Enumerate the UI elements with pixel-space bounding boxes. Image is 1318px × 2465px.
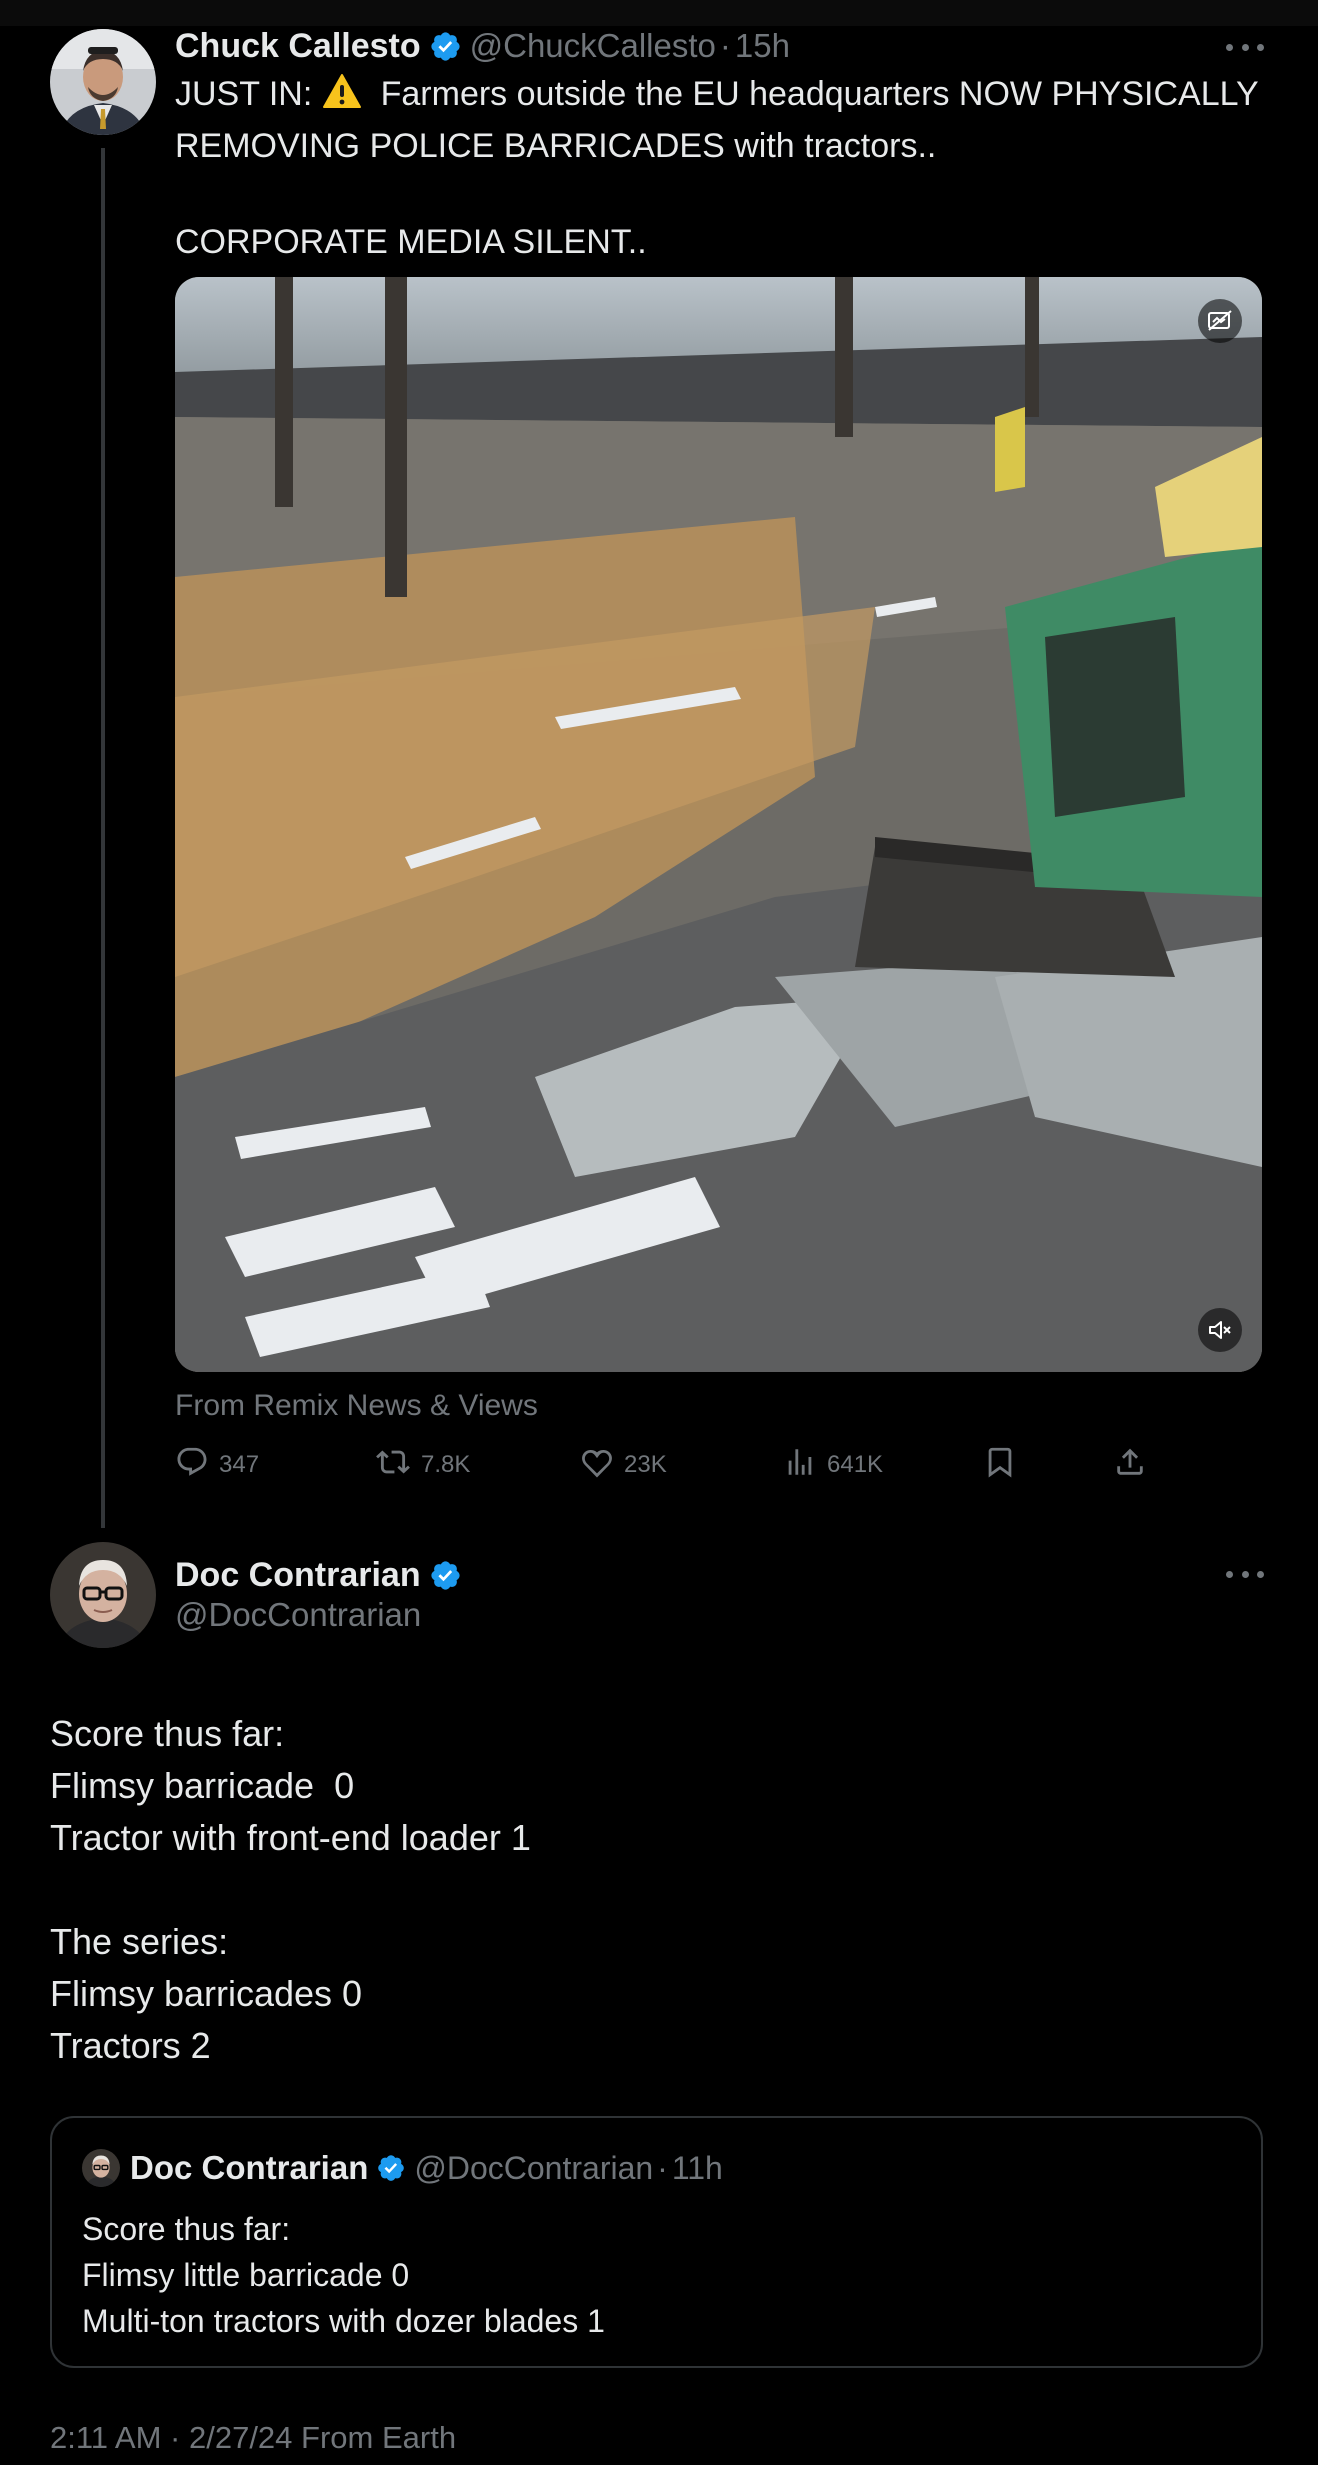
tweet-text: JUST IN: Farmers outside the EU headquar… <box>175 70 1265 266</box>
reply-line: Tractor with front-end loader 1 <box>50 1817 531 1858</box>
reply-icon <box>175 1445 219 1486</box>
tweet-header: Chuck Callesto @ChuckCallesto · 15h <box>175 24 790 68</box>
video-frame <box>175 277 1262 1372</box>
verified-badge-icon <box>376 2153 406 2183</box>
reply-line: Flimsy barricades 0 <box>50 1973 363 2014</box>
more-icon[interactable] <box>1226 40 1264 54</box>
tweet-text-line2: REMOVING POLICE BARRICADES with tractors… <box>175 127 937 165</box>
tweet-actions: 347 7.8K 23K 641K <box>175 1443 1175 1487</box>
quoted-avatar <box>82 2149 120 2187</box>
views-icon <box>783 1445 827 1486</box>
media-source[interactable]: From Remix News & Views <box>175 1389 538 1423</box>
tweet-video[interactable] <box>175 277 1262 1372</box>
avatar-doc-contrarian[interactable] <box>50 1542 156 1648</box>
separator-dot: · <box>719 27 731 64</box>
repost-icon <box>375 1445 421 1486</box>
reply-author-handle[interactable]: @DocContrarian <box>175 1596 421 1634</box>
warning-icon <box>322 73 362 122</box>
reply-count: 347 <box>219 1451 260 1478</box>
bookmark-button[interactable] <box>983 1443 1027 1487</box>
repost-count: 7.8K <box>421 1451 471 1478</box>
share-icon <box>1113 1445 1157 1486</box>
repost-button[interactable]: 7.8K <box>375 1443 470 1487</box>
quoted-tweet[interactable]: Doc Contrarian @DocContrarian · 11h Scor… <box>50 2116 1263 2368</box>
quoted-line: Multi-ton tractors with dozer blades 1 <box>82 2303 605 2339</box>
reply-author-name[interactable]: Doc Contrarian <box>175 1556 421 1595</box>
reply-line: The series: <box>50 1921 229 1962</box>
avatar-chuck-callesto[interactable] <box>50 29 156 135</box>
reply-text: Score thus far: Flimsy barricade 0 Tract… <box>50 1708 531 2072</box>
like-icon <box>580 1445 624 1486</box>
views-count: 641K <box>827 1451 884 1478</box>
tweet-text-line3: CORPORATE MEDIA SILENT.. <box>175 223 647 261</box>
share-button[interactable] <box>1113 1443 1157 1487</box>
thread-line <box>101 148 105 1528</box>
author-name[interactable]: Chuck Callesto <box>175 27 421 66</box>
quoted-author-handle: @DocContrarian <box>414 2149 654 2186</box>
bookmark-icon <box>983 1445 1027 1486</box>
quoted-line: Flimsy little barricade 0 <box>82 2257 410 2293</box>
quoted-tweet-header: Doc Contrarian @DocContrarian · 11h <box>82 2148 723 2188</box>
verified-badge-icon <box>429 30 462 63</box>
reply-timestamp[interactable]: 2:11 AM · 2/27/24 From Earth <box>50 2420 456 2456</box>
like-button[interactable]: 23K <box>580 1443 667 1487</box>
status-strip <box>0 0 1318 26</box>
reply-line: Score thus far: <box>50 1713 285 1754</box>
gif-icon[interactable] <box>1198 299 1242 343</box>
quoted-line: Score thus far: <box>82 2211 291 2247</box>
reply-button[interactable]: 347 <box>175 1443 259 1487</box>
tweet-text-line1-rest: Farmers outside the EU headquarters NOW … <box>361 75 1259 113</box>
reply-line: Flimsy barricade 0 <box>50 1765 355 1806</box>
reply-header: Doc Contrarian <box>175 1553 462 1597</box>
like-count: 23K <box>624 1451 667 1478</box>
quoted-author-name: Doc Contrarian <box>130 2149 369 2186</box>
quoted-text: Score thus far: Flimsy little barricade … <box>82 2206 605 2344</box>
verified-badge-icon <box>429 1559 462 1592</box>
quoted-time-ago: 11h <box>671 2149 723 2186</box>
more-icon[interactable] <box>1226 1567 1264 1581</box>
mute-icon[interactable] <box>1198 1308 1242 1352</box>
separator-dot: · <box>657 2149 668 2186</box>
views-button[interactable]: 641K <box>783 1443 883 1487</box>
author-handle[interactable]: @ChuckCallesto <box>470 27 716 65</box>
reply-line: Tractors 2 <box>50 2025 211 2066</box>
time-ago[interactable]: 15h <box>735 27 790 65</box>
tweet-text-line1-prefix: JUST IN: <box>175 75 322 113</box>
